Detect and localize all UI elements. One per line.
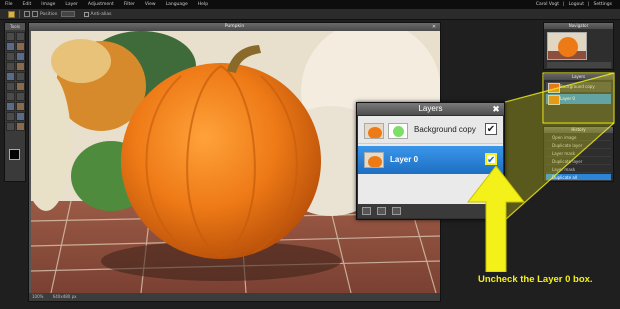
tool-button[interactable] <box>6 82 15 91</box>
tool-button[interactable] <box>6 112 15 121</box>
tool-button[interactable] <box>6 42 15 51</box>
tool-button[interactable] <box>16 122 25 131</box>
pumpkin-thumb <box>365 124 383 138</box>
menu-adjustment[interactable]: Adjustment <box>83 2 119 7</box>
layer-row-background-copy[interactable]: Background copy ✔ <box>358 118 503 144</box>
menu-help[interactable]: Help <box>193 2 213 7</box>
layer-thumbnail <box>364 152 384 168</box>
anti-alias-checkbox[interactable] <box>83 11 89 17</box>
image-size: 640x480 px <box>52 294 77 299</box>
history-item[interactable]: Layer mask <box>546 166 611 173</box>
layer-options-icon[interactable] <box>362 207 371 215</box>
menu-layer[interactable]: Layer <box>60 2 83 7</box>
history-item[interactable]: Layer mask <box>546 150 611 157</box>
thumbnail-image <box>548 33 586 59</box>
position-label: Position <box>40 11 58 17</box>
tool-button[interactable] <box>16 72 25 81</box>
settings-link[interactable]: Settings <box>592 2 614 7</box>
history-item[interactable]: Duplicate all <box>546 174 611 181</box>
user-area: Carol Vogt | Logout | Settings <box>534 2 620 7</box>
navigator-thumbnail[interactable] <box>547 32 587 60</box>
move-tool-icon <box>8 10 15 18</box>
layer-thumbnail <box>364 123 384 139</box>
zoom-level: 100% <box>32 294 44 299</box>
tool-button[interactable] <box>6 62 15 71</box>
document-titlebar[interactable]: Pumpkin ✕ <box>29 23 440 31</box>
selection-mode-icon[interactable] <box>32 11 38 17</box>
tool-button[interactable] <box>16 82 25 91</box>
anti-alias-label: Anti-alias <box>90 11 112 17</box>
selection-mode-icon[interactable] <box>24 11 30 17</box>
eye-check-icon[interactable]: ✔ <box>485 123 497 135</box>
tools-title: Tools <box>5 23 25 30</box>
tool-button[interactable] <box>16 62 25 71</box>
tool-grid <box>5 30 25 133</box>
tool-button[interactable] <box>16 42 25 51</box>
layer-name: Background copy <box>414 125 476 134</box>
divider <box>19 10 20 18</box>
eye-check-icon[interactable]: ✔ <box>485 153 497 166</box>
menu-bar: File Edit Image Layer Adjustment Filter … <box>0 0 620 9</box>
layer-mask-icon[interactable] <box>377 207 386 215</box>
tool-button[interactable] <box>6 92 15 101</box>
layers-panel-title: Layers ✖ <box>357 103 504 115</box>
new-layer-icon[interactable] <box>392 207 401 215</box>
foreground-color-swatch[interactable] <box>9 149 20 160</box>
tool-button[interactable] <box>6 102 15 111</box>
tool-button[interactable] <box>6 32 15 41</box>
document-status-bar: 100% 640x480 px <box>29 293 440 301</box>
menu-image[interactable]: Image <box>36 2 60 7</box>
tool-button[interactable] <box>6 122 15 131</box>
layers-title-text: Layers <box>418 104 443 113</box>
tool-button[interactable] <box>6 52 15 61</box>
tool-button[interactable] <box>16 102 25 111</box>
layers-panel-mini: Layers Background copy Layer 0 <box>543 73 614 123</box>
position-field[interactable] <box>60 11 75 17</box>
menu-file[interactable]: File <box>0 2 18 7</box>
tool-button[interactable] <box>16 112 25 121</box>
history-item[interactable]: Open image <box>546 134 611 141</box>
menu-language[interactable]: Language <box>161 2 193 7</box>
navigator-zoom-slider[interactable] <box>547 62 611 68</box>
arrow-up-icon <box>466 166 526 272</box>
pumpkin-thumb <box>365 153 383 167</box>
tools-palette: Tools <box>4 22 26 182</box>
layer-row-background-copy[interactable]: Background copy <box>546 82 611 93</box>
menu-filter[interactable]: Filter <box>119 2 140 7</box>
layer-row-layer-0[interactable]: Layer 0 <box>546 94 611 105</box>
tool-button[interactable] <box>6 72 15 81</box>
layers-mini-title: Layers <box>544 74 613 80</box>
document-title: Pumpkin <box>224 24 245 29</box>
layer-mask-thumbnail <box>388 123 408 139</box>
navigator-panel: Navigator <box>543 22 614 70</box>
tool-options-bar: Position Anti-alias <box>0 9 620 20</box>
user-name: Carol Vogt <box>535 2 560 7</box>
navigator-title: Navigator <box>544 23 613 29</box>
close-icon[interactable]: ✕ <box>431 24 437 30</box>
history-item[interactable]: Duplicate layer <box>546 158 611 165</box>
menu-edit[interactable]: Edit <box>18 2 37 7</box>
history-panel: History Open image Duplicate layer Layer… <box>543 126 614 182</box>
logout-link[interactable]: Logout <box>567 2 586 7</box>
close-icon[interactable]: ✖ <box>491 104 501 114</box>
instruction-caption: Uncheck the Layer 0 box. <box>478 274 593 285</box>
tool-button[interactable] <box>16 52 25 61</box>
history-title: History <box>544 127 613 133</box>
tool-button[interactable] <box>16 92 25 101</box>
history-item[interactable]: Duplicate layer <box>546 142 611 149</box>
layer-name: Layer 0 <box>390 155 419 164</box>
menu-view[interactable]: View <box>140 2 161 7</box>
tool-button[interactable] <box>16 32 25 41</box>
